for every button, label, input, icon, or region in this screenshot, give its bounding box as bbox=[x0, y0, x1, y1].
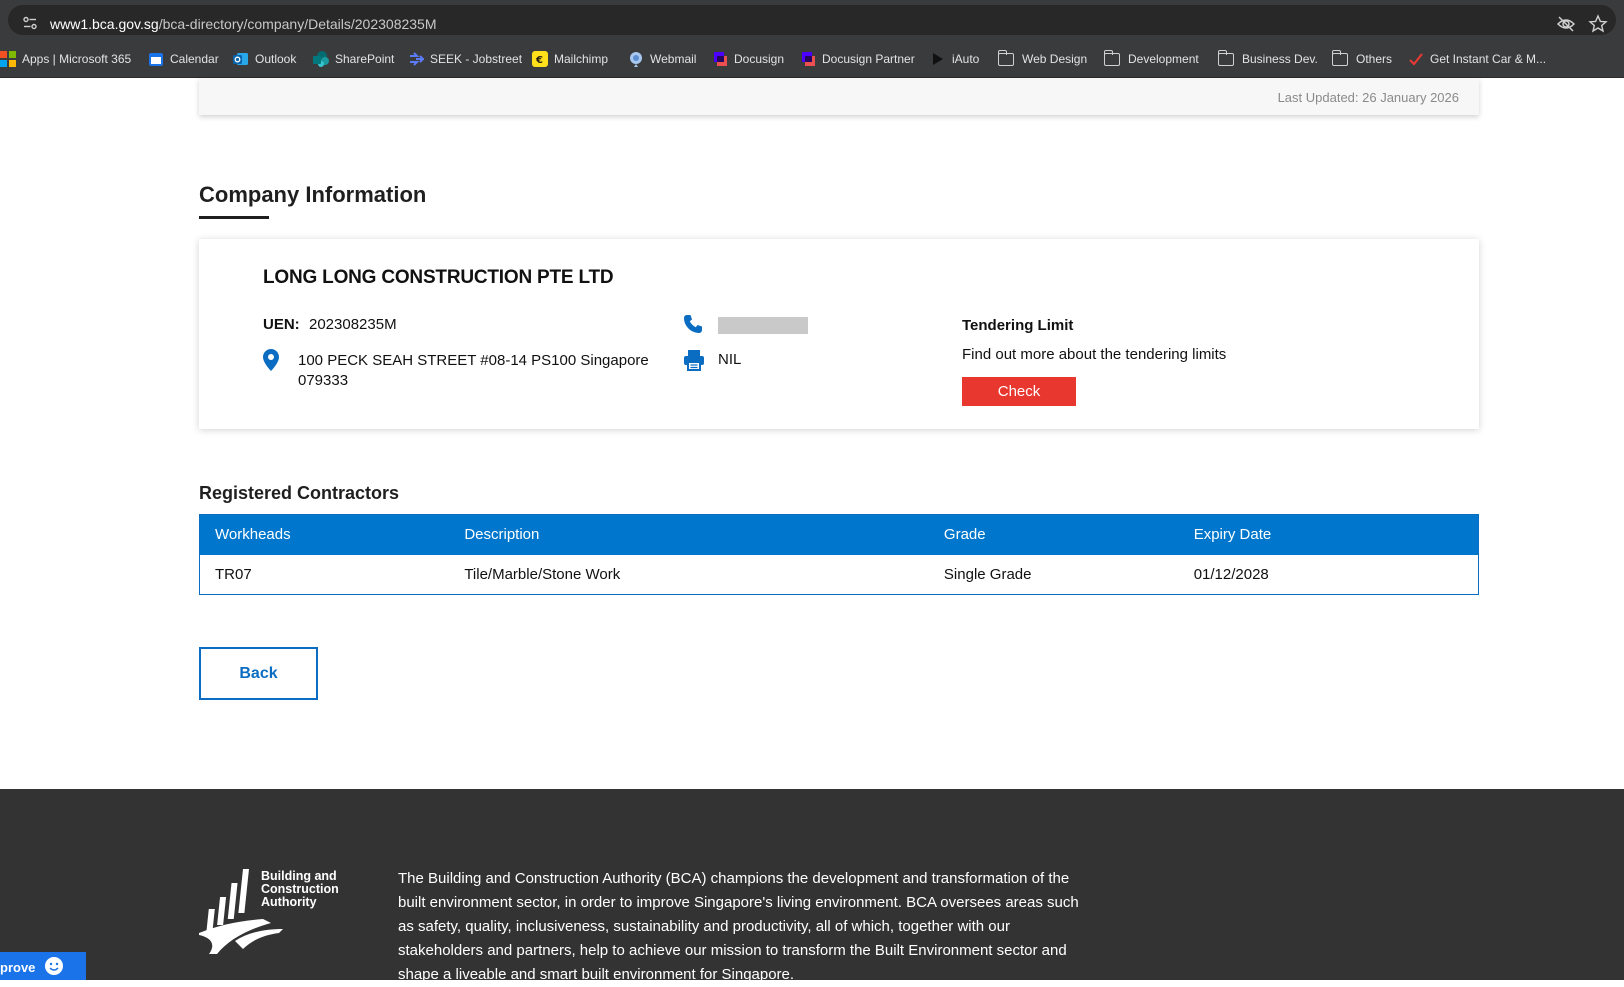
table-row: TR07 Tile/Marble/Stone Work Single Grade… bbox=[199, 554, 1479, 595]
feedback-tab-label: prove bbox=[0, 960, 36, 975]
docusign-icon bbox=[714, 52, 727, 66]
bookmark-label: Get Instant Car & M... bbox=[1430, 52, 1547, 66]
docusign-icon bbox=[802, 52, 815, 66]
bookmark-label: Outlook bbox=[255, 52, 297, 66]
bookmark-folder-business-dev[interactable]: Business Dev. bbox=[1217, 49, 1318, 69]
mailchimp-icon: € bbox=[532, 51, 548, 67]
company-address: 100 PECK SEAH STREET #08-14 PS100 Singap… bbox=[298, 352, 649, 389]
column-header-description: Description bbox=[449, 514, 929, 555]
play-icon bbox=[933, 53, 943, 65]
back-button[interactable]: Back bbox=[199, 647, 318, 700]
calendar-icon bbox=[149, 53, 163, 66]
last-updated-bar: Last Updated: 26 January 2026 bbox=[199, 78, 1479, 115]
check-button[interactable]: Check bbox=[962, 377, 1076, 406]
fax-value: NIL bbox=[718, 351, 742, 368]
cell-workhead: TR07 bbox=[199, 554, 450, 595]
company-card: LONG LONG CONSTRUCTION PTE LTD UEN: 2023… bbox=[199, 239, 1479, 429]
footer-description: The Building and Construction Authority … bbox=[398, 870, 1079, 983]
bookmark-seek[interactable]: SEEK - Jobstreet bbox=[408, 49, 522, 69]
phone-icon bbox=[684, 315, 702, 333]
section-underline bbox=[199, 216, 269, 219]
bookmark-label: Apps | Microsoft 365 bbox=[22, 52, 132, 66]
bookmark-folder-development[interactable]: Development bbox=[1103, 49, 1199, 69]
bookmark-label: iAuto bbox=[952, 52, 980, 66]
folder-icon bbox=[1331, 49, 1348, 66]
bookmarks-bar: Apps | Microsoft 365 Calendar Outlook Sh… bbox=[0, 39, 1624, 78]
svg-text:Authority: Authority bbox=[261, 895, 317, 909]
bookmark-label: Calendar bbox=[170, 52, 219, 66]
seek-icon bbox=[410, 52, 424, 66]
folder-icon bbox=[1103, 49, 1120, 66]
bookmark-label: Development bbox=[1128, 52, 1199, 66]
tendering-limit-title: Tendering Limit bbox=[962, 317, 1074, 334]
section-title: Company Information bbox=[199, 182, 427, 207]
column-header-grade: Grade bbox=[928, 514, 1179, 555]
bookmark-docusign-partner[interactable]: Docusign Partner bbox=[800, 49, 915, 69]
bookmark-star-icon[interactable] bbox=[1588, 14, 1608, 34]
eye-slash-icon[interactable] bbox=[1556, 15, 1576, 33]
bookmark-docusign[interactable]: Docusign bbox=[712, 49, 784, 69]
fax-printer-icon bbox=[684, 350, 704, 371]
smiley-icon bbox=[45, 957, 63, 975]
bookmark-iauto[interactable]: iAuto bbox=[930, 49, 979, 69]
bookmark-calendar[interactable]: Calendar bbox=[148, 49, 219, 69]
bookmark-microsoft-365[interactable]: Apps | Microsoft 365 bbox=[0, 49, 131, 69]
bookmark-label: Others bbox=[1356, 52, 1393, 66]
bookmark-mailchimp[interactable]: € Mailchimp bbox=[532, 49, 608, 69]
last-updated-text: Last Updated: 26 January 2026 bbox=[1277, 90, 1459, 105]
folder-icon bbox=[997, 49, 1014, 66]
bookmark-label: Business Dev. bbox=[1242, 52, 1318, 66]
bookmark-webmail[interactable]: Webmail bbox=[628, 49, 696, 69]
bookmark-label: Webmail bbox=[650, 52, 697, 66]
bookmark-outlook[interactable]: Outlook bbox=[233, 49, 296, 69]
svg-text:Construction: Construction bbox=[261, 882, 339, 896]
column-header-workheads: Workheads bbox=[199, 514, 450, 555]
outlook-icon bbox=[233, 53, 248, 65]
bookmark-sharepoint[interactable]: SharePoint bbox=[313, 49, 394, 69]
feedback-tab[interactable]: prove bbox=[0, 952, 86, 980]
cell-description: Tile/Marble/Stone Work bbox=[449, 554, 929, 595]
location-pin-icon bbox=[263, 349, 279, 371]
page-content: Last Updated: 26 January 2026 Company In… bbox=[0, 78, 1624, 983]
url-path: /bca-directory/company/Details/202308235… bbox=[158, 16, 437, 32]
column-header-expiry-date: Expiry Date bbox=[1178, 514, 1479, 555]
bookmark-label: SharePoint bbox=[335, 52, 395, 66]
url-host: www1.bca.gov.sg bbox=[50, 16, 159, 32]
svg-text:€: € bbox=[535, 55, 543, 66]
tendering-limit-text: Find out more about the tendering limits bbox=[962, 346, 1227, 363]
bookmark-folder-web-design[interactable]: Web Design bbox=[997, 49, 1088, 69]
folder-icon bbox=[1217, 49, 1234, 66]
uen-label: UEN: bbox=[263, 316, 300, 333]
cell-expiry-date: 01/12/2028 bbox=[1178, 554, 1479, 595]
bca-logo[interactable]: Building and Construction Authority bbox=[199, 869, 354, 954]
url-text[interactable]: www1.bca.gov.sg/bca-directory/company/De… bbox=[50, 16, 437, 32]
bookmark-label: Mailchimp bbox=[554, 52, 609, 66]
checkmark-icon bbox=[1409, 53, 1423, 66]
registered-contractors-title: Registered Contractors bbox=[199, 483, 400, 503]
browser-address-bar: www1.bca.gov.sg/bca-directory/company/De… bbox=[0, 0, 1624, 39]
svg-text:Building and: Building and bbox=[261, 869, 337, 883]
company-name: LONG LONG CONSTRUCTION PTE LTD bbox=[263, 267, 614, 288]
uen-value: 202308235M bbox=[309, 316, 397, 333]
bookmark-folder-others[interactable]: Others bbox=[1331, 49, 1393, 69]
url-field[interactable]: www1.bca.gov.sg/bca-directory/company/De… bbox=[8, 5, 1616, 35]
bookmark-label: SEEK - Jobstreet bbox=[430, 52, 523, 66]
site-info-icon[interactable] bbox=[22, 15, 38, 31]
bookmark-label: Docusign Partner bbox=[822, 52, 915, 66]
bookmark-get-instant-car[interactable]: Get Instant Car & M... bbox=[1408, 49, 1546, 69]
registered-contractors-table: Workheads Description Grade Expiry Date … bbox=[199, 514, 1479, 595]
table-header-row: Workheads Description Grade Expiry Date bbox=[199, 514, 1479, 555]
phone-number-redacted bbox=[718, 317, 808, 334]
footer: Building and Construction Authority The … bbox=[0, 789, 1624, 983]
sharepoint-icon bbox=[313, 51, 329, 67]
bookmark-label: Docusign bbox=[734, 52, 785, 66]
cell-grade: Single Grade bbox=[928, 554, 1179, 595]
microsoft-365-icon bbox=[0, 51, 16, 67]
bookmark-label: Web Design bbox=[1022, 52, 1088, 66]
webmail-icon bbox=[630, 52, 642, 67]
